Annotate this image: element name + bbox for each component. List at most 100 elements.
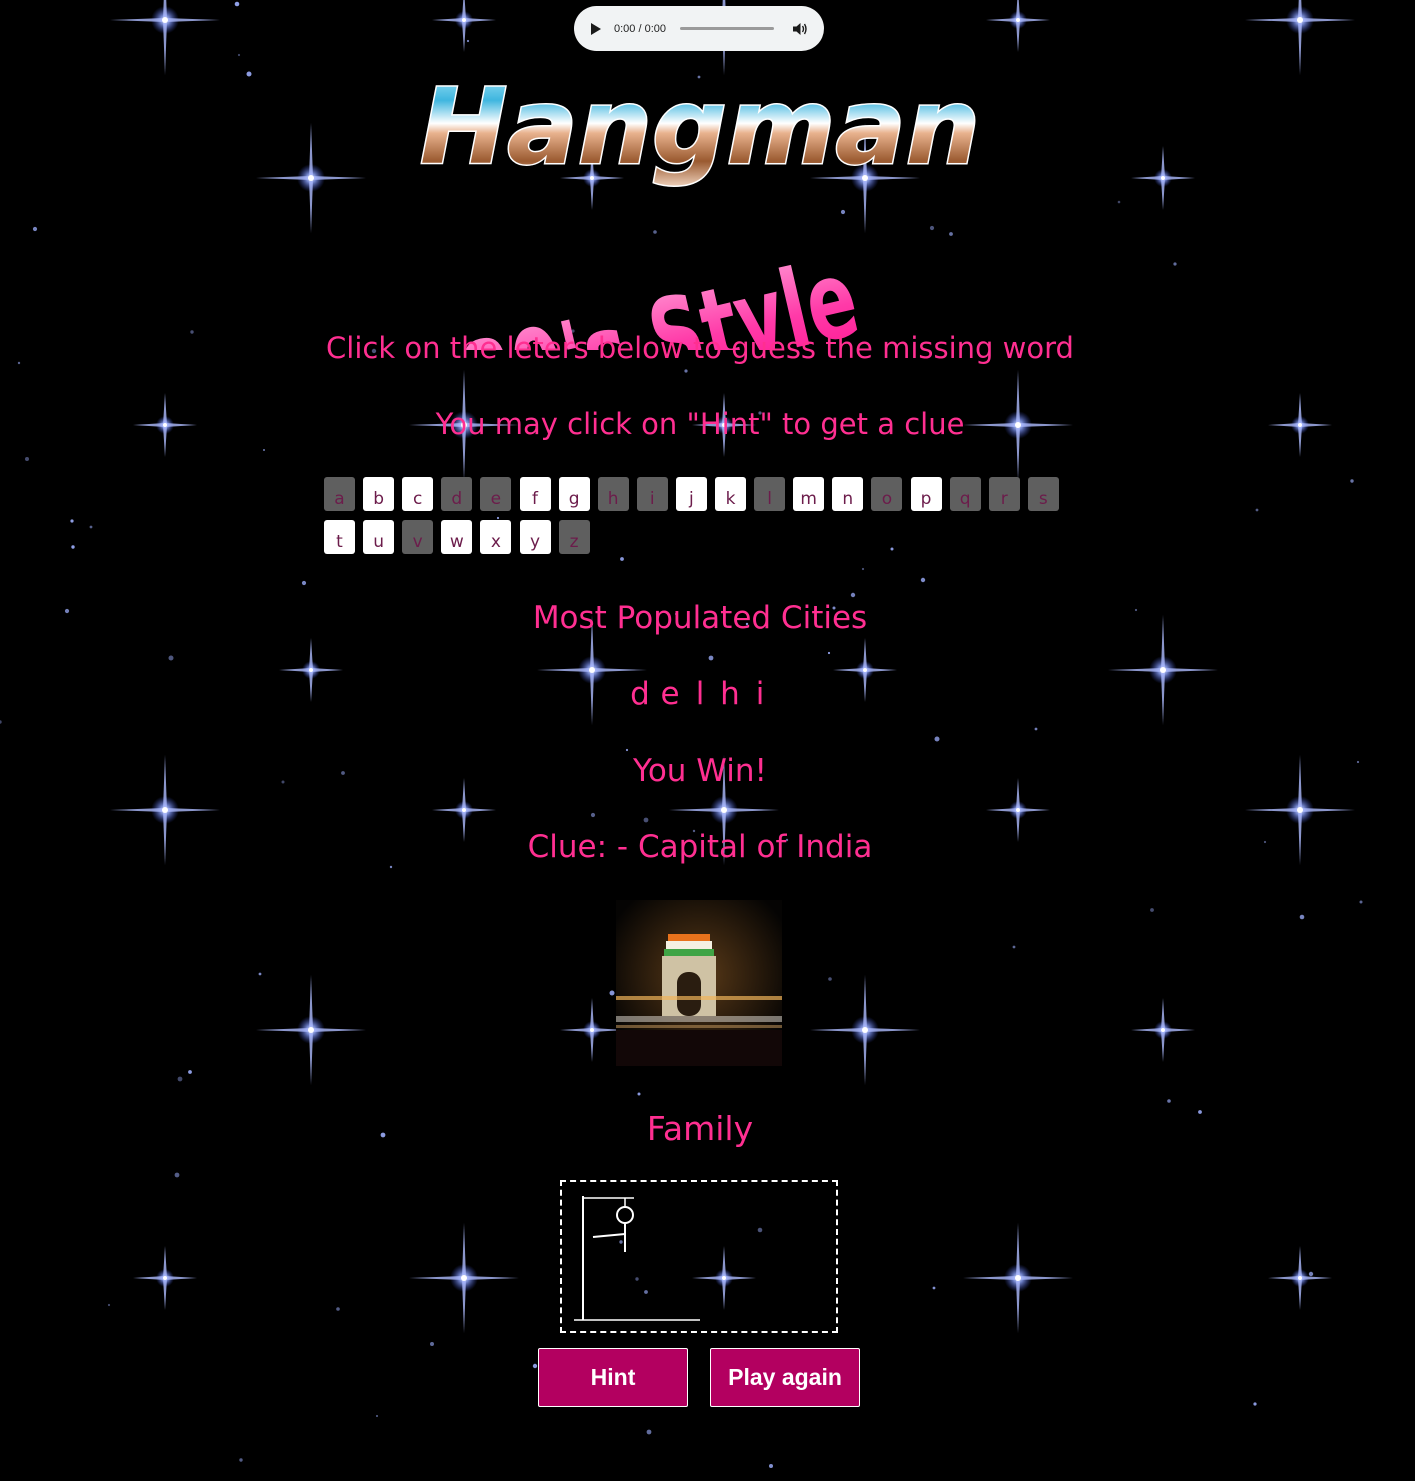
star-dot xyxy=(25,457,29,461)
word-letter: e xyxy=(660,676,680,712)
star-dot xyxy=(336,1307,340,1311)
star-dot xyxy=(646,1429,652,1435)
letter-key-k[interactable]: k xyxy=(715,477,746,511)
star-dot xyxy=(246,71,252,77)
star-dot xyxy=(263,449,265,451)
letter-key-b[interactable]: b xyxy=(363,477,395,511)
play-again-button[interactable]: Play again xyxy=(710,1348,860,1407)
letter-key-p[interactable]: p xyxy=(910,477,942,511)
star-sparkle xyxy=(1131,998,1195,1062)
letter-key-c[interactable]: c xyxy=(402,477,434,511)
star-dot xyxy=(107,1303,111,1307)
star-dot xyxy=(258,972,262,976)
letter-key-n[interactable]: n xyxy=(832,477,864,511)
letter-key-s: s xyxy=(1027,477,1059,511)
clue-text: Clue: - Capital of India xyxy=(527,829,873,865)
hint-button[interactable]: Hint xyxy=(538,1348,688,1407)
lives-label: Family xyxy=(646,1109,754,1148)
star-dot xyxy=(0,720,2,724)
title-main: Hangman xyxy=(420,66,980,188)
letter-key-j[interactable]: j xyxy=(675,477,707,511)
star-sparkle xyxy=(1268,1246,1332,1310)
star-dot xyxy=(1263,840,1267,844)
star-sparkle xyxy=(110,0,220,75)
star-sparkle xyxy=(409,1223,519,1333)
star-sparkle xyxy=(560,998,624,1062)
letter-key-h: h xyxy=(597,477,629,511)
star-dot xyxy=(920,577,926,583)
star-dot xyxy=(1308,1271,1314,1277)
letter-key-o: o xyxy=(871,477,903,511)
word-letter: l xyxy=(695,676,705,712)
star-dot xyxy=(1356,760,1360,764)
star-dot xyxy=(234,1,240,7)
play-icon[interactable] xyxy=(591,22,601,35)
volume-icon[interactable] xyxy=(792,21,808,37)
star-dot xyxy=(828,977,832,981)
letter-key-w[interactable]: w xyxy=(441,520,473,554)
audio-player[interactable]: 0:00 / 0:00 xyxy=(574,6,824,51)
star-dot xyxy=(609,990,615,996)
letter-key-y[interactable]: y xyxy=(519,520,551,554)
letter-key-l: l xyxy=(754,477,786,511)
star-dot xyxy=(861,567,865,571)
letter-key-u[interactable]: u xyxy=(363,520,395,554)
star-dot xyxy=(430,1342,434,1346)
star-dot xyxy=(932,1286,936,1290)
star-sparkle xyxy=(963,1223,1073,1333)
star-sparkle xyxy=(1268,393,1332,457)
letter-key-a: a xyxy=(324,477,355,511)
star-dot xyxy=(188,1070,192,1074)
hangman-canvas xyxy=(560,1180,838,1333)
star-sparkle xyxy=(1108,615,1218,725)
star-dot xyxy=(684,369,688,373)
word-letter: h xyxy=(720,676,740,712)
star-sparkle xyxy=(810,975,920,1085)
letter-key-z: z xyxy=(558,520,590,554)
letter-key-g[interactable]: g xyxy=(558,477,590,511)
star-dot xyxy=(850,592,856,598)
star-dot xyxy=(769,1464,773,1468)
hangman-head xyxy=(616,1206,634,1224)
star-dot xyxy=(620,557,624,561)
star-dot xyxy=(281,780,285,784)
instruction-line-1: Click on the leters below to guess the m… xyxy=(326,331,1074,365)
letter-key-m[interactable]: m xyxy=(793,477,825,511)
title-logo: Hangman 80's Style xyxy=(419,65,982,351)
star-dot xyxy=(934,736,940,742)
star-dot xyxy=(341,771,345,775)
letter-key-v: v xyxy=(402,520,434,554)
star-sparkle xyxy=(432,0,496,52)
star-dot xyxy=(1299,914,1305,920)
audio-seek-bar[interactable] xyxy=(680,27,774,30)
guessed-word: delhi xyxy=(400,676,1000,712)
star-dot xyxy=(1198,1110,1202,1114)
star-dot xyxy=(389,865,393,869)
letter-key-x[interactable]: x xyxy=(480,520,512,554)
letter-key-i: i xyxy=(636,477,668,511)
star-dot xyxy=(32,226,38,232)
star-sparkle xyxy=(256,123,366,233)
star-dot xyxy=(89,525,93,529)
star-dot xyxy=(376,1415,378,1417)
star-dot xyxy=(1255,508,1259,512)
star-sparkle xyxy=(1245,755,1355,865)
star-dot xyxy=(1253,1402,1257,1406)
star-dot xyxy=(71,545,75,549)
star-dot xyxy=(643,817,649,823)
star-dot xyxy=(827,651,831,655)
star-sparkle xyxy=(1245,0,1355,75)
star-sparkle xyxy=(110,755,220,865)
instruction-line-2: You may click on "Hint" to get a clue xyxy=(435,407,965,441)
star-dot xyxy=(1173,262,1177,266)
star-dot xyxy=(17,361,21,365)
star-dot xyxy=(174,1172,180,1178)
letter-key-t[interactable]: t xyxy=(324,520,355,554)
star-dot xyxy=(1034,727,1038,731)
letter-key-q: q xyxy=(949,477,981,511)
letter-key-r: r xyxy=(988,477,1020,511)
india-gate-photo xyxy=(616,900,782,1066)
letter-key-f[interactable]: f xyxy=(519,477,551,511)
star-dot xyxy=(168,655,174,661)
category-label: Most Populated Cities xyxy=(532,600,868,636)
